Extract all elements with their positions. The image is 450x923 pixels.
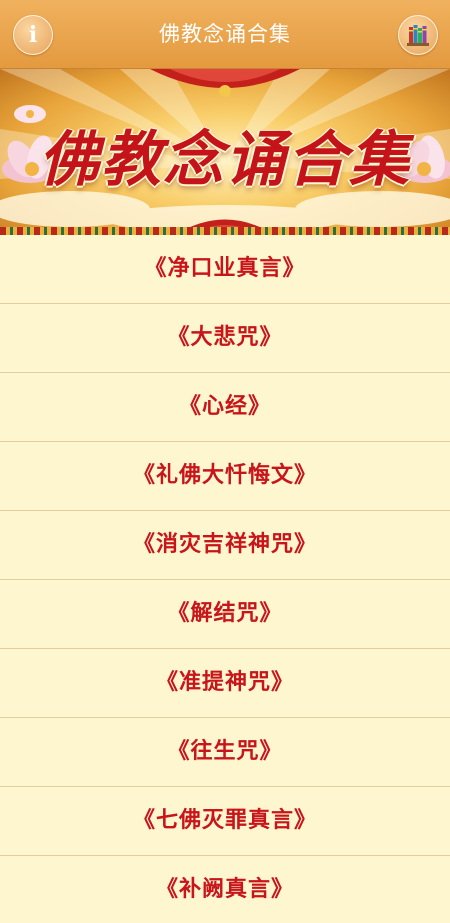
app-screen: 佛教念诵合集 i 佛教念诵合集 《净口业真言》 《大悲咒》 《心经》 《礼佛大忏… [0,0,450,923]
list-item-jiejie[interactable]: 《解结咒》 [0,580,450,649]
list-item-qifo[interactable]: 《七佛灭罪真言》 [0,787,450,856]
list-item-dabeizhou[interactable]: 《大悲咒》 [0,304,450,373]
list-item-zhunti[interactable]: 《准提神咒》 [0,649,450,718]
info-button[interactable]: i [13,15,53,55]
list-item-xiaozai[interactable]: 《消灾吉祥神咒》 [0,511,450,580]
books-icon [407,25,429,46]
list-item-jingkouye[interactable]: 《净口业真言》 [0,235,450,304]
list-item-buque[interactable]: 《补阙真言》 [0,856,450,923]
page-title: 佛教念诵合集 [159,22,291,46]
banner-title: 佛教念诵合集 [39,125,411,195]
list-item-lifo-chanhui[interactable]: 《礼佛大忏悔文》 [0,442,450,511]
list-item-wangsheng[interactable]: 《往生咒》 [0,718,450,787]
list-item-xinjing[interactable]: 《心经》 [0,373,450,442]
chant-list: 《净口业真言》 《大悲咒》 《心经》 《礼佛大忏悔文》 《消灾吉祥神咒》 《解结… [0,235,450,923]
banner: 佛教念诵合集 [0,69,450,235]
banner-border [0,227,450,235]
top-bar: 佛教念诵合集 i [0,0,450,69]
books-button[interactable] [398,15,438,55]
info-icon: i [28,22,38,48]
